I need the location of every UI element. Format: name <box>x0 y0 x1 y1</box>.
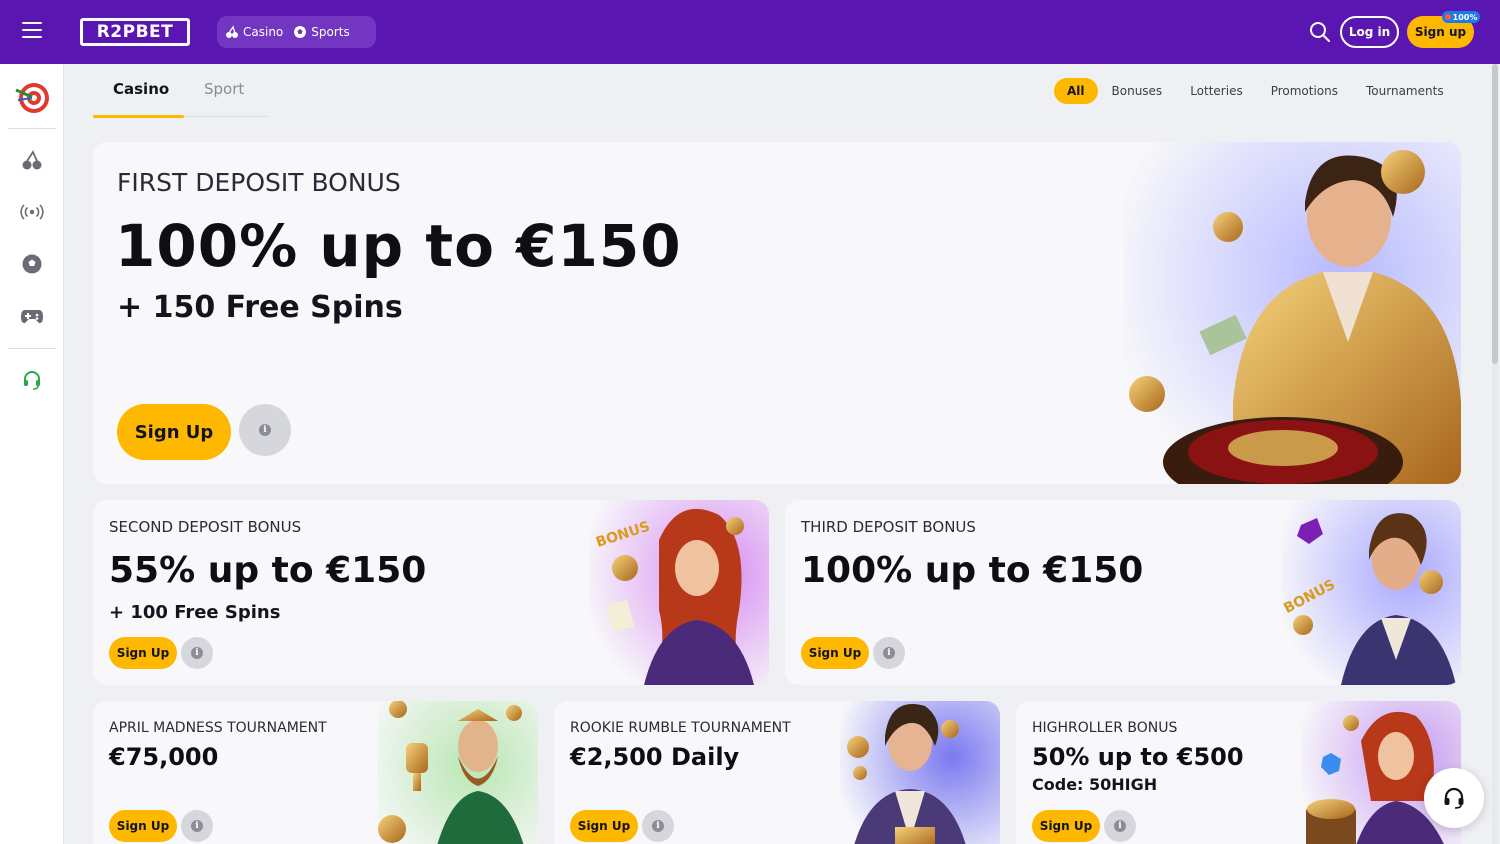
tab-active-indicator <box>93 115 184 118</box>
tab-sport[interactable]: Sport <box>204 80 244 98</box>
signup-button[interactable]: Sign Up <box>570 810 638 842</box>
top-nav-sports-label: Sports <box>311 25 350 39</box>
top-header: R2PBET Casino Sports Log in Sign up 100% <box>0 0 1500 64</box>
info-icon: i <box>191 647 203 659</box>
login-button[interactable]: Log in <box>1340 16 1399 48</box>
top-nav-sports[interactable]: Sports <box>293 25 350 39</box>
first-deposit-card: FIRST DEPOSIT BONUS 100% up to €150 + 15… <box>93 142 1461 484</box>
headset-icon[interactable] <box>16 364 48 396</box>
card-kicker: APRIL MADNESS TOURNAMENT <box>109 720 327 736</box>
cherry-icon[interactable] <box>16 144 48 176</box>
sidebar-divider <box>8 348 56 349</box>
noble-man-illustration: BONUS <box>1281 500 1461 685</box>
soccer-ball-icon <box>294 26 307 38</box>
signup-button[interactable]: Sign Up <box>1032 810 1100 842</box>
card-headline: €2,500 Daily <box>570 743 740 771</box>
filter-tournaments[interactable]: Tournaments <box>1352 78 1458 104</box>
card-headline: 50% up to €500 <box>1032 743 1244 771</box>
signup-button[interactable]: Sign Up <box>801 637 869 669</box>
left-sidebar <box>0 64 64 844</box>
filter-bonuses[interactable]: Bonuses <box>1098 78 1177 104</box>
signup-bonus-badge: 100% <box>1442 11 1480 23</box>
logo[interactable]: R2PBET <box>80 18 190 46</box>
highroller-bonus-card: HIGHROLLER BONUS 50% up to €500 Code: 50… <box>1016 701 1461 844</box>
info-icon: i <box>191 820 203 832</box>
third-deposit-card: THIRD DEPOSIT BONUS 100% up to €150 Sign… <box>785 500 1461 685</box>
card-subline: + 100 Free Spins <box>109 602 281 623</box>
filter-all[interactable]: All <box>1054 78 1098 104</box>
card-kicker: HIGHROLLER BONUS <box>1032 720 1178 736</box>
dartboard-icon[interactable] <box>12 78 52 118</box>
sorceress-illustration: BONUS <box>589 500 769 685</box>
info-button[interactable]: i <box>642 810 674 842</box>
april-madness-card: APRIL MADNESS TOURNAMENT €75,000 Sign Up… <box>93 701 538 844</box>
live-broadcast-icon[interactable] <box>16 196 48 228</box>
elf-king-illustration <box>378 701 538 844</box>
gamepad-icon[interactable] <box>16 300 48 332</box>
cherry-icon <box>226 25 238 38</box>
gift-icon <box>1444 14 1451 20</box>
info-icon: i <box>1114 820 1126 832</box>
card-headline: €75,000 <box>109 743 219 771</box>
info-icon: i <box>652 820 664 832</box>
second-deposit-card: SECOND DEPOSIT BONUS 55% up to €150 + 10… <box>93 500 769 685</box>
info-button[interactable]: i <box>873 637 905 669</box>
top-nav-casino-label: Casino <box>243 25 284 39</box>
dealer-roulette-illustration <box>1123 142 1461 484</box>
card-headline: 100% up to €150 <box>115 212 682 280</box>
card-kicker: FIRST DEPOSIT BONUS <box>117 168 401 197</box>
headset-icon <box>1444 787 1464 809</box>
support-chat-button[interactable] <box>1424 768 1484 828</box>
search-icon[interactable] <box>1308 20 1332 44</box>
info-icon: i <box>259 424 271 436</box>
card-subline: + 150 Free Spins <box>117 290 403 325</box>
tab-casino[interactable]: Casino <box>113 80 169 98</box>
soccer-ball-icon[interactable] <box>16 248 48 280</box>
card-headline: 55% up to €150 <box>109 550 427 591</box>
info-button[interactable]: i <box>181 810 213 842</box>
logo-text: R2PBET <box>83 21 187 43</box>
signup-button[interactable]: Sign Up <box>109 810 177 842</box>
top-nav-casino[interactable]: Casino <box>225 25 283 39</box>
rookie-rumble-card: ROOKIE RUMBLE TOURNAMENT €2,500 Daily Si… <box>554 701 1000 844</box>
menu-icon[interactable] <box>22 22 42 38</box>
scrollbar-thumb[interactable] <box>1492 64 1498 364</box>
sidebar-divider <box>8 128 56 129</box>
filter-lotteries[interactable]: Lotteries <box>1176 78 1257 104</box>
signup-button[interactable]: Sign Up <box>109 637 177 669</box>
card-kicker: SECOND DEPOSIT BONUS <box>109 518 302 536</box>
page-scrollbar[interactable] <box>1492 64 1498 844</box>
top-nav: Casino Sports <box>217 16 376 48</box>
info-button[interactable]: i <box>239 404 291 456</box>
gambler-man-illustration <box>840 701 1000 844</box>
signup-button[interactable]: Sign Up <box>117 404 231 460</box>
promo-filters: All Bonuses Lotteries Promotions Tournam… <box>1054 78 1458 104</box>
info-icon: i <box>883 647 895 659</box>
info-button[interactable]: i <box>1104 810 1136 842</box>
card-headline: 100% up to €150 <box>801 550 1144 591</box>
promo-code: Code: 50HIGH <box>1032 775 1158 794</box>
filter-promotions[interactable]: Promotions <box>1257 78 1352 104</box>
card-kicker: THIRD DEPOSIT BONUS <box>801 518 976 536</box>
card-kicker: ROOKIE RUMBLE TOURNAMENT <box>570 720 791 736</box>
signup-badge-label: 100% <box>1452 12 1478 22</box>
info-button[interactable]: i <box>181 637 213 669</box>
